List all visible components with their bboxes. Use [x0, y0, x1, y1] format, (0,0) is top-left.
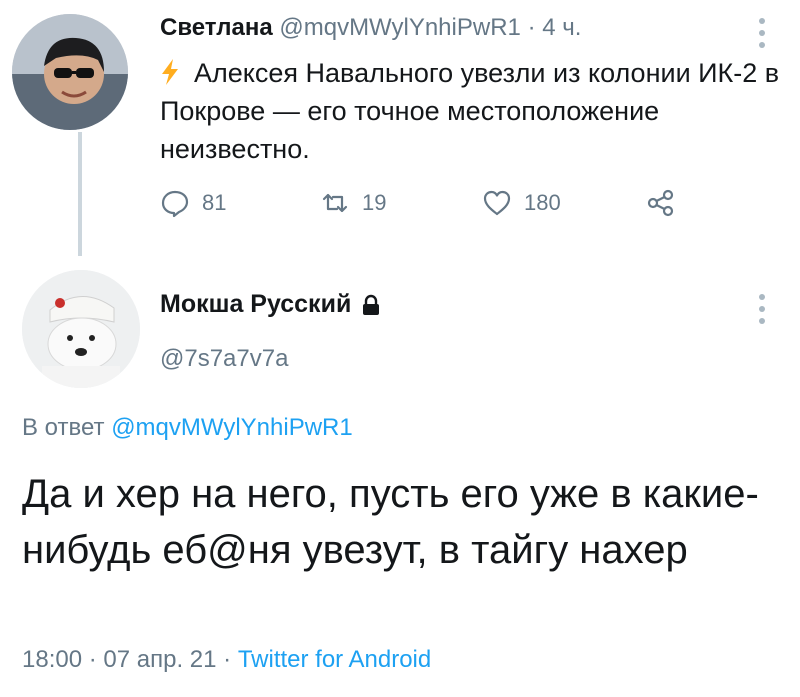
avatar[interactable]: [12, 14, 128, 130]
share-button[interactable]: [646, 188, 676, 218]
author-name[interactable]: Светлана: [160, 14, 273, 41]
thread-line: [78, 132, 82, 256]
avatar-photo: [12, 14, 128, 130]
retweet-button[interactable]: 19: [320, 188, 386, 218]
time-ago[interactable]: 4 ч.: [542, 14, 581, 41]
reply-context: В ответ @mqvMWylYnhiPwR1: [22, 414, 353, 442]
tweet2-text: Да и хер на него, пусть его уже в какие-…: [22, 472, 759, 572]
timestamp[interactable]: 18:00 · 07 апр. 21 ·: [22, 646, 238, 673]
lock-icon: [363, 294, 380, 315]
retweet-icon: [322, 193, 348, 213]
separator: ·: [527, 14, 536, 41]
like-icon: [483, 190, 511, 216]
tweet1-text: Алексея Навального увезли из колонии ИК-…: [160, 58, 780, 164]
reply-icon: [161, 190, 189, 218]
share-icon: [647, 189, 674, 217]
tweet1-body: Алексея Навального увезли из колонии ИК-…: [160, 54, 780, 168]
lightning-icon: [162, 59, 178, 85]
source-link[interactable]: Twitter for Android: [238, 646, 431, 673]
reply-button[interactable]: 81: [160, 188, 226, 218]
tweet2-meta: 18:00 · 07 апр. 21 · Twitter for Android: [22, 646, 431, 674]
more-icon[interactable]: [758, 18, 766, 48]
author-name[interactable]: Мокша Русский: [160, 290, 351, 319]
author-handle[interactable]: @7s7a7v7a: [160, 345, 288, 373]
like-button[interactable]: 180: [482, 188, 561, 218]
avatar-polar-bear: [22, 270, 140, 388]
reply-count: 81: [202, 190, 227, 215]
tweet1-header: Светлана @mqvMWylYnhiPwR1 · 4 ч.: [160, 14, 581, 42]
like-count: 180: [524, 190, 561, 215]
author-handle[interactable]: @mqvMWylYnhiPwR1: [279, 14, 521, 41]
tweet2-author[interactable]: Мокша Русский: [160, 290, 381, 319]
tweet1-actions: 81 19 180: [160, 188, 720, 228]
retweet-count: 19: [362, 190, 387, 215]
avatar[interactable]: [22, 270, 140, 388]
more-icon[interactable]: [758, 294, 766, 324]
reply-prefix: В ответ: [22, 414, 105, 441]
reply-handle-link[interactable]: @mqvMWylYnhiPwR1: [111, 414, 353, 441]
